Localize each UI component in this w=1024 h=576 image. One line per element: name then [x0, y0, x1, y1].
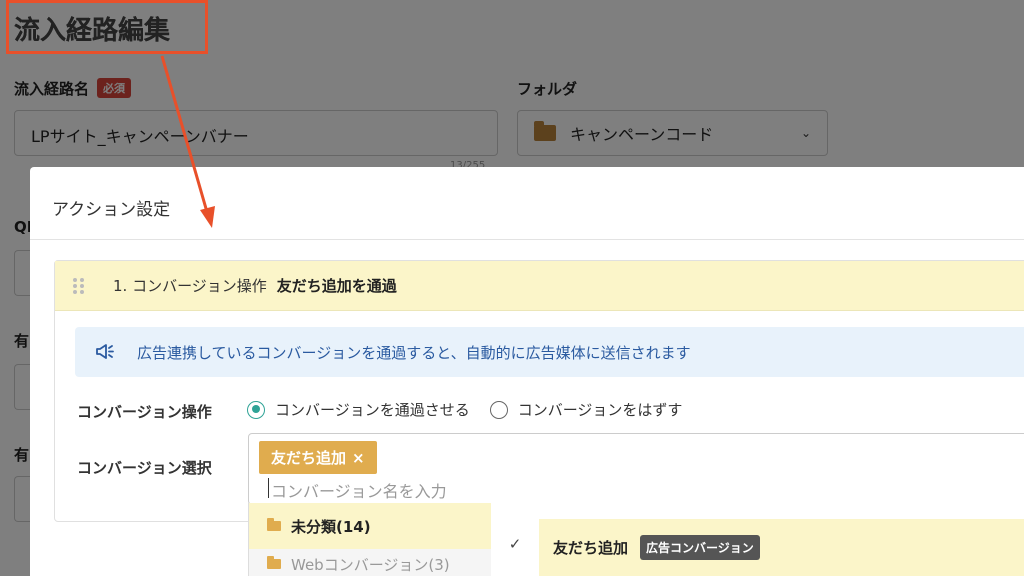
text-caret [268, 478, 269, 498]
page-title-highlighted: 流入経路編集 [14, 16, 171, 46]
conversion-select[interactable]: 友だち追加 × コンバージョン名を入力 [248, 433, 1024, 505]
category-label: 未分類(14) [291, 517, 371, 536]
check-icon: ✓ [508, 535, 522, 553]
check-column: ✓ [491, 503, 539, 576]
folder-icon [267, 556, 281, 569]
radio-remove-conversion[interactable]: コンバージョンをはずす [489, 399, 683, 420]
operation-radio-group: コンバージョンを通過させる コンバージョンをはずす [247, 399, 702, 420]
ad-conversion-badge: 広告コンバージョン [640, 535, 760, 560]
drag-handle-icon[interactable] [73, 277, 85, 294]
conversion-dropdown: 未分類(14) Webコンバージョン(3) ✓ 友だち追加 広告コンバージョン [248, 503, 1024, 576]
info-banner: 広告連携しているコンバージョンを通過すると、自動的に広告媒体に送信されます [75, 327, 1024, 377]
category-list: 未分類(14) Webコンバージョン(3) [249, 503, 491, 576]
modal-title: アクション設定 [30, 167, 1024, 240]
folder-open-icon [267, 518, 281, 531]
conversion-option-label: 友だち追加 [553, 539, 629, 557]
conversion-option-item[interactable]: 友だち追加 広告コンバージョン [539, 519, 1024, 576]
action-header[interactable]: 1. コンバージョン操作 友だち追加を通過 [55, 261, 1024, 311]
conversion-search-input[interactable]: コンバージョン名を入力 [271, 478, 447, 502]
operation-label: コンバージョン操作 [77, 403, 212, 421]
category-label: Webコンバージョン(3) [291, 555, 450, 574]
info-text: 広告連携しているコンバージョンを通過すると、自動的に広告媒体に送信されます [137, 343, 691, 362]
chip-label: 友だち追加 [271, 449, 347, 467]
action-card: 1. コンバージョン操作 友だち追加を通過 広告連携しているコンバージョンを通過… [54, 260, 1024, 522]
category-item-uncategorized[interactable]: 未分類(14) [249, 503, 491, 549]
action-number-label: 1. コンバージョン操作 [113, 277, 267, 295]
megaphone-icon [96, 344, 114, 359]
action-summary: 友だち追加を通過 [276, 277, 397, 295]
category-item-web[interactable]: Webコンバージョン(3) [249, 549, 491, 576]
radio-checked-icon[interactable] [247, 400, 265, 419]
radio-option-label: コンバージョンをはずす [517, 401, 683, 419]
radio-pass-conversion[interactable]: コンバージョンを通過させる [247, 399, 470, 420]
radio-unchecked-icon[interactable] [489, 400, 508, 419]
selected-chip: 友だち追加 × [259, 441, 377, 474]
selection-label: コンバージョン選択 [77, 459, 212, 477]
radio-option-label: コンバージョンを通過させる [275, 401, 470, 419]
chip-remove-icon[interactable]: × [352, 449, 365, 467]
